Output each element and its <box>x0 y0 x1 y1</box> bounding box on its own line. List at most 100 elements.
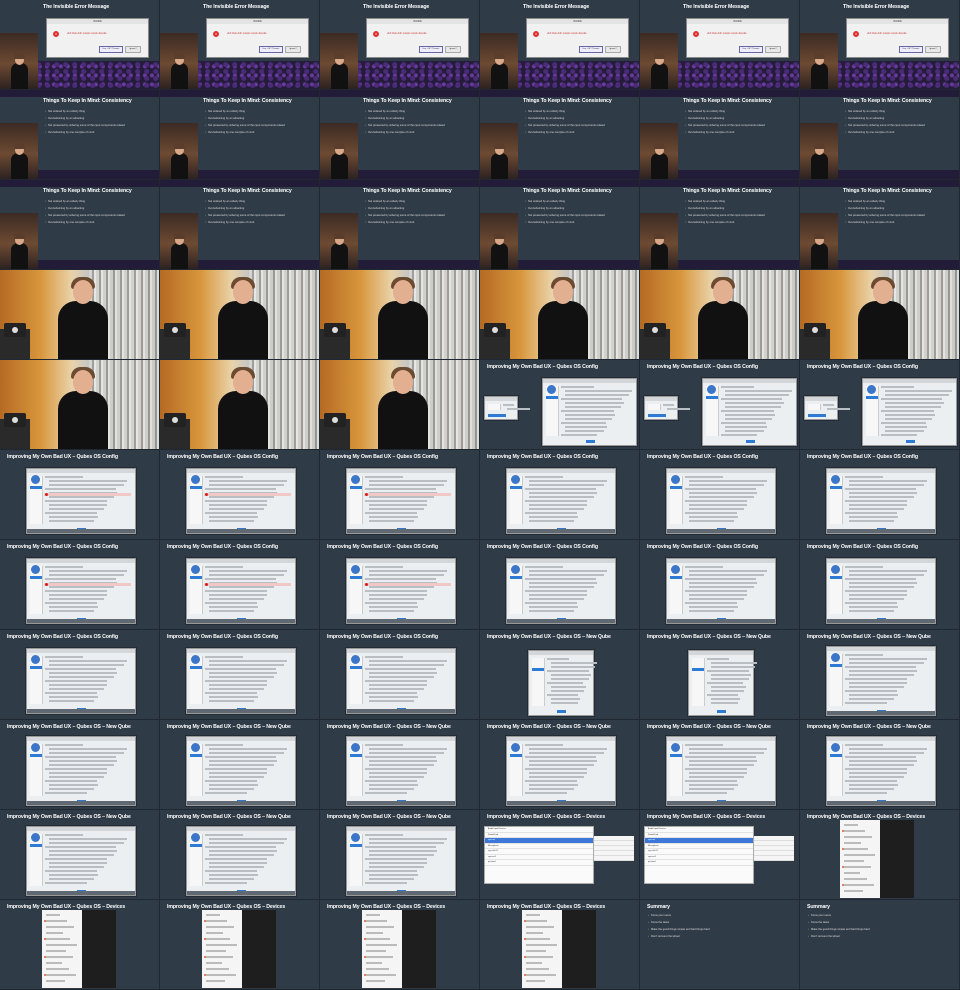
slide: The Invisible Error Message WORD × duh thek… <box>480 0 639 89</box>
window-text-line <box>849 492 918 494</box>
window-text-line <box>209 606 258 608</box>
device-popup-menu <box>594 836 634 861</box>
window-text-line <box>205 602 257 604</box>
window-text-line <box>881 410 934 412</box>
slide-title: Things To Keep In Mind: Consistency <box>203 98 292 104</box>
window-sidebar <box>488 404 501 417</box>
tray-line <box>526 980 545 982</box>
slide-thumbnail: Improving My Own Bad UX – Qubes OS – New… <box>160 720 320 810</box>
speaker-hair <box>494 143 505 149</box>
bullet-item: Not ordered by an orderly thing <box>845 110 953 113</box>
window-text-line <box>49 842 124 844</box>
dialog-ignore-button: Ignore? <box>285 46 301 53</box>
slide-thumbnail: Improving My Own Bad UX – Qubes OS Confi… <box>160 540 320 630</box>
qubes-window-screenshot <box>506 468 616 534</box>
window-titlebar <box>689 651 753 655</box>
window-text-line <box>369 660 447 662</box>
window-text-line <box>689 598 745 600</box>
window-bottom-bar <box>827 529 935 533</box>
window-text-line <box>205 882 248 884</box>
slide: Improving My Own Bad UX – Qubes OS Confi… <box>640 360 799 449</box>
window-text-line <box>721 386 754 388</box>
window-text-line <box>685 590 747 592</box>
window-text-line <box>685 768 747 770</box>
window-text-line <box>209 586 274 588</box>
bullet-item: Not presented by ordering some of the in… <box>525 124 633 127</box>
window-text-line <box>849 752 924 754</box>
qubes-window-screenshot <box>346 558 456 624</box>
tray-line <box>526 944 557 946</box>
devices-tray-menu <box>362 910 436 988</box>
window-bottom-bar <box>187 529 295 533</box>
window-titlebar <box>543 379 636 383</box>
device-dot-icon <box>524 956 526 958</box>
window-text-line <box>529 496 594 498</box>
window-titlebar <box>863 379 956 383</box>
window-text-line <box>365 500 427 502</box>
tray-line <box>526 962 542 964</box>
ok-button <box>817 414 826 417</box>
slide-thumbnail: Things To Keep In Mind: Consistency Not o… <box>480 90 640 180</box>
slide: Improving My Own Bad UX – Qubes OS – Dev… <box>320 900 479 989</box>
slide-title: The Invisible Error Message <box>203 4 270 10</box>
bullet-item: Overwhelming by one complex of mind <box>845 131 953 134</box>
bullet-list: Know your users Know the tasks Make the go… <box>808 914 953 942</box>
dialog-ignore-button: Ignore? <box>765 46 781 53</box>
window-text-line <box>561 410 614 412</box>
window-text-line <box>365 668 437 670</box>
slide <box>0 270 159 359</box>
window-text-line <box>689 776 745 778</box>
window-text-line <box>711 674 752 676</box>
window-text-line <box>689 570 767 572</box>
window-text-line <box>209 496 274 498</box>
window-text-line <box>845 780 897 782</box>
window-text-line <box>551 674 592 676</box>
speaker-video-inset <box>0 123 38 179</box>
slide: Improving My Own Bad UX – Qubes OS – New… <box>160 810 319 899</box>
window-text-line <box>885 414 936 416</box>
window-titlebar <box>703 379 796 383</box>
window-text-line <box>365 512 417 514</box>
bullet-item: Overwhelming by an attracting <box>365 117 473 120</box>
device-row: personal <box>485 860 593 866</box>
qubes-logo-icon <box>511 475 520 484</box>
window-text-line <box>685 756 757 758</box>
window-text-line <box>49 850 118 852</box>
window-text-line <box>209 684 268 686</box>
tray-line <box>844 872 860 874</box>
slide-title: The Invisible Error Message <box>843 4 910 10</box>
window-text-line <box>209 574 284 576</box>
slide: The Invisible Error Message WORD × duh thek… <box>320 0 479 89</box>
window-text-line <box>369 776 425 778</box>
window-text-line <box>49 688 105 690</box>
qubes-logo-icon <box>31 565 40 574</box>
laptop <box>484 323 506 337</box>
window-text-line <box>369 684 428 686</box>
qubes-logo-icon <box>191 565 200 574</box>
window-text-line <box>369 838 447 840</box>
slide-title: Improving My Own Bad UX – Qubes OS Confi… <box>327 454 438 460</box>
speaker-hair <box>654 53 665 59</box>
window-text-line <box>845 590 907 592</box>
window-titlebar <box>187 559 295 563</box>
tray-line <box>46 956 73 958</box>
speaker-head <box>233 280 253 304</box>
window-text-line <box>49 866 105 868</box>
window-text-line <box>529 520 575 522</box>
window-bottom-bar <box>187 801 295 805</box>
window-text-line <box>369 772 428 774</box>
window-text-line <box>689 748 767 750</box>
window-text-line <box>209 520 255 522</box>
device-dot-icon <box>364 974 366 976</box>
window-text-line <box>369 842 444 844</box>
qubes-window-screenshot <box>26 468 136 534</box>
window-text-line <box>365 858 427 860</box>
slide-thumbnail: Things To Keep In Mind: Consistency Not o… <box>160 90 320 180</box>
slide: The Invisible Error Message WORD × duh thek… <box>160 0 319 89</box>
qubes-window-screenshot <box>528 650 598 716</box>
window-text-line <box>45 590 107 592</box>
speaker-video-inset <box>800 123 838 179</box>
bullet-list: Not ordered by an orderly thing Overwhelm… <box>525 110 633 138</box>
window-text-line <box>205 780 257 782</box>
dialog-ignore-button: Ignore? <box>445 46 461 53</box>
